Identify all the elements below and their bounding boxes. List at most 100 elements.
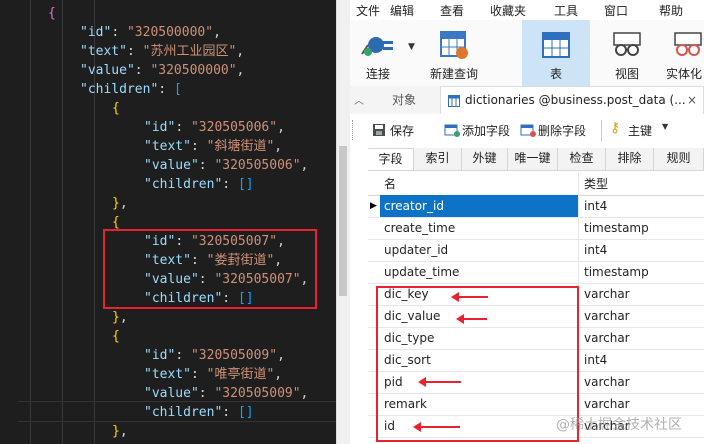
annotation-arrow-id: [413, 422, 460, 432]
code-token: "value": [80, 63, 135, 78]
menubar: 文件 编辑 查看 收藏夹 工具 窗口 帮助: [350, 0, 704, 20]
code-token: "斜塘街道": [206, 139, 275, 154]
menu-favorites[interactable]: 收藏夹: [490, 2, 526, 19]
code-token: ,: [119, 196, 128, 211]
code-token: "children": [144, 177, 223, 192]
menu-view[interactable]: 查看: [440, 2, 464, 19]
menu-edit[interactable]: 编辑: [390, 2, 414, 19]
code-token: "children": [144, 405, 223, 420]
table-row[interactable]: ▶ creator_id int4: [368, 195, 704, 218]
field-type-cell[interactable]: timestamp: [580, 261, 704, 283]
code-token: "text": [144, 139, 191, 154]
field-type-cell[interactable]: varchar: [580, 305, 704, 327]
subtab-unique-keys[interactable]: 唯一键: [508, 148, 558, 170]
menu-window[interactable]: 窗口: [604, 2, 628, 19]
scrollbar-thumb[interactable]: [339, 146, 347, 296]
code-token: "id": [144, 348, 176, 363]
table-button[interactable]: 表: [522, 20, 590, 86]
materialized-view-button[interactable]: 实体化: [662, 20, 704, 86]
subtab-excludes[interactable]: 排除: [606, 148, 654, 170]
field-name-cell[interactable]: create_time: [380, 217, 579, 239]
new-query-label: 新建查询: [429, 67, 478, 81]
code-token: "320505009": [214, 386, 301, 401]
connect-label: 连接: [365, 67, 390, 81]
table-tab-icon: [448, 95, 460, 107]
primary-key-dropdown-icon[interactable]: ▼: [662, 122, 668, 131]
code-line: "text": "唯亭街道",: [0, 365, 336, 384]
code-token: "唯亭街道": [206, 367, 275, 382]
field-name-cell[interactable]: update_time: [380, 261, 579, 283]
new-query-button[interactable]: 新建查询: [424, 20, 484, 86]
field-type-cell[interactable]: varchar: [580, 327, 704, 349]
code-token: ,: [236, 44, 245, 59]
code-line: "id": "320500000",: [0, 23, 336, 42]
header-name[interactable]: 名: [380, 173, 579, 195]
code-line: "id": "320505009",: [0, 346, 336, 365]
code-token: :: [158, 82, 174, 97]
tab-objects[interactable]: 对象: [370, 86, 438, 114]
code-line: },: [0, 308, 336, 327]
code-token: :: [222, 177, 238, 192]
field-name-cell[interactable]: creator_id: [380, 195, 579, 217]
save-label: 保存: [390, 124, 415, 138]
code-editor[interactable]: {"id": "320500000", "text": "苏州工业园区", "val…: [0, 0, 336, 444]
code-token: [: [173, 82, 182, 97]
code-token: ,: [236, 63, 245, 78]
subtab-rules[interactable]: 规则: [654, 148, 704, 170]
code-token: "value": [144, 158, 199, 173]
code-token: "320500000": [150, 63, 237, 78]
menu-file[interactable]: 文件: [356, 2, 380, 19]
field-name-cell[interactable]: updater_id: [380, 239, 579, 261]
glasses-icon: [613, 32, 641, 56]
field-type-cell[interactable]: timestamp: [580, 217, 704, 239]
code-token: ,: [119, 424, 128, 439]
code-token: :: [190, 139, 207, 154]
code-line: "id": "320505006",: [0, 118, 336, 137]
annotation-arrow-dic-value: [456, 314, 487, 324]
code-line: "value": "320500000",: [0, 61, 336, 80]
connect-button[interactable]: 连接: [350, 20, 406, 86]
field-type-cell[interactable]: int4: [580, 349, 704, 371]
table-row[interactable]: updater_id int4: [368, 239, 704, 262]
menu-tools[interactable]: 工具: [554, 2, 578, 19]
watermark: @稀土掘金技术社区: [556, 417, 682, 433]
code-line: {: [0, 99, 336, 118]
entity-label: 实体化: [666, 67, 703, 81]
subtab-foreign-keys[interactable]: 外键: [462, 148, 508, 170]
code-token: ,: [277, 120, 285, 135]
tab-dictionaries[interactable]: dictionaries @business.post_data (... ×: [440, 86, 704, 114]
header-type[interactable]: 类型: [580, 173, 704, 195]
field-type-cell[interactable]: varchar: [580, 393, 704, 415]
delete-field-icon: [520, 124, 536, 137]
field-type-cell[interactable]: varchar: [580, 371, 704, 393]
close-tab-icon[interactable]: ×: [687, 87, 697, 113]
chevron-up-icon[interactable]: ︿: [354, 92, 364, 107]
menu-help[interactable]: 帮助: [659, 2, 683, 19]
code-token: {: [112, 101, 120, 116]
view-button[interactable]: 视图: [602, 20, 652, 86]
field-type-cell[interactable]: varchar: [580, 283, 704, 305]
annotation-box-json: [103, 229, 317, 309]
code-token: {: [112, 215, 120, 230]
subtab-fields[interactable]: 字段: [368, 148, 414, 170]
table-row[interactable]: create_time timestamp: [368, 217, 704, 240]
code-token: "320505009": [190, 348, 278, 363]
field-type-cell[interactable]: int4: [580, 239, 704, 261]
subtab-indexes[interactable]: 索引: [414, 148, 462, 170]
code-line: {: [0, 4, 336, 23]
code-token: ,: [277, 348, 285, 363]
code-token: "苏州工业园区": [142, 44, 237, 59]
code-token: {: [48, 6, 56, 21]
code-token: "id": [144, 120, 176, 135]
code-token: "children": [80, 82, 159, 97]
field-type-cell[interactable]: int4: [580, 195, 704, 217]
code-token: ,: [300, 386, 309, 401]
table-row[interactable]: update_time timestamp: [368, 261, 704, 284]
row-indicator: [368, 261, 380, 283]
save-icon: [373, 124, 385, 136]
connect-dropdown-icon[interactable]: ▼: [408, 42, 415, 52]
code-token: "text": [80, 44, 127, 59]
code-token: {: [112, 329, 120, 344]
subtab-checks[interactable]: 检查: [558, 148, 606, 170]
delete-field-label: 删除字段: [538, 124, 587, 138]
